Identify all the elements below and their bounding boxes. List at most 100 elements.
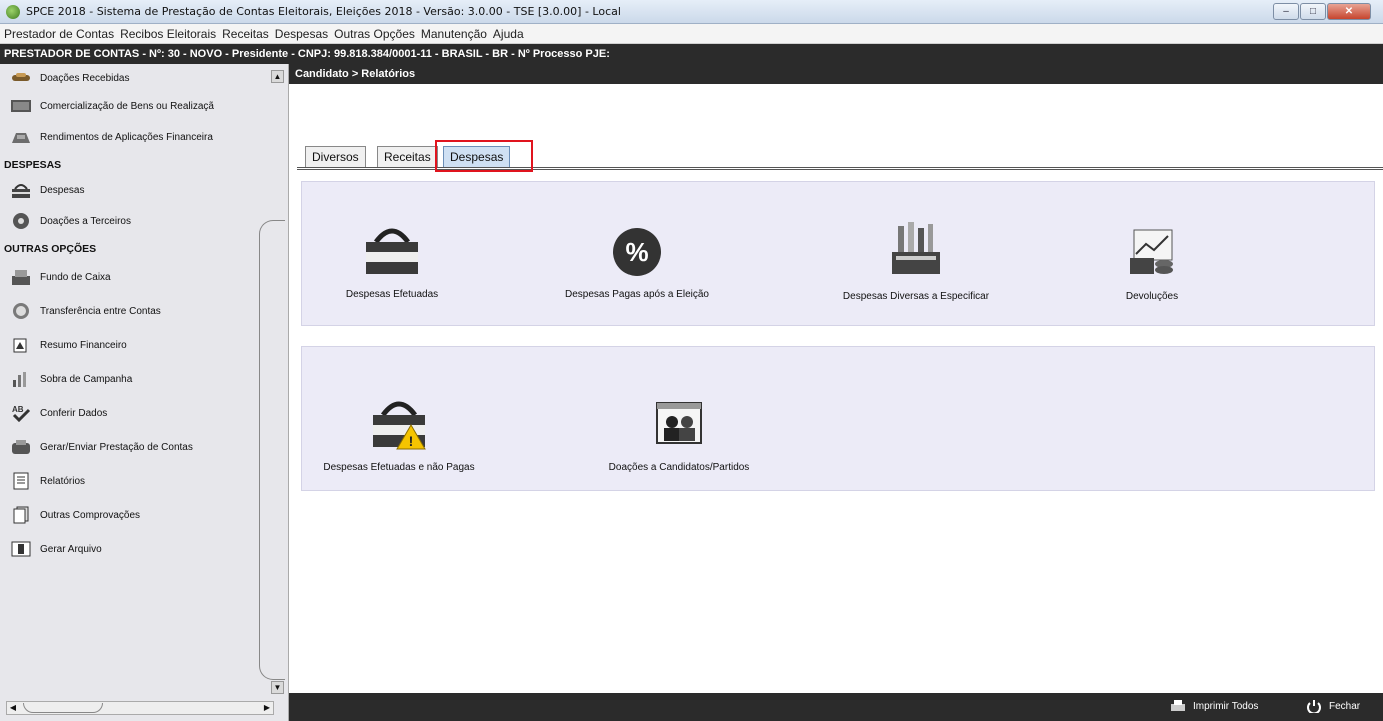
sidebar-section-outras: OUTRAS OPÇÕES [4,243,97,255]
sidebar-item-outras-comprovacoes[interactable]: Outras Comprovações [0,498,270,532]
bottom-action-bar: Imprimir Todos Fechar [289,693,1383,721]
window-controls: – □ ✕ [1273,3,1371,20]
sidebar-item-resumo-financeiro[interactable]: Resumo Financeiro [0,328,270,362]
sidebar-item-transferencia[interactable]: Transferência entre Contas [0,294,270,328]
sidebar-horizontal-scrollbar[interactable]: ◀ ▶ [6,701,274,715]
scrollbar-thumb[interactable] [23,703,103,713]
app-icon [6,4,20,19]
reports-panel-row2: ! Despesas Efetuadas e não Pagas Doações… [301,346,1375,491]
close-button[interactable]: Fechar [1305,699,1360,713]
bag-icon [12,184,30,198]
tile-label: Despesas Efetuadas [345,289,439,300]
handshake-icon [12,73,30,81]
sidebar-item-label: Relatórios [40,475,86,487]
transfer-icon [13,303,29,319]
power-icon [1307,700,1321,713]
sidebar-item-gerar-arquivo[interactable]: Gerar Arquivo [0,532,270,566]
printer-icon [1171,700,1185,711]
cd-icon [13,213,29,229]
maximize-button[interactable]: □ [1300,3,1326,20]
menu-receitas[interactable]: Receitas [222,27,269,41]
tile-devolucoes[interactable]: Devoluções [1092,226,1212,302]
scroll-up-arrow-icon[interactable]: ▲ [271,70,284,83]
menu-ajuda[interactable]: Ajuda [493,27,524,41]
tile-label: Despesas Diversas a Especificar [842,291,990,302]
check-data-icon: AB [12,405,31,422]
sidebar-item-label: Fundo de Caixa [40,271,111,283]
svg-text:%: % [625,237,648,267]
menu-recibos[interactable]: Recibos Eleitorais [120,27,216,41]
sidebar-item-rendimentos[interactable]: Rendimentos de Aplicações Financeira [0,120,270,154]
sidebar-item-despesas[interactable]: Despesas [0,176,270,204]
sidebar-vertical-scrollbar[interactable]: ▲ ▼ [259,70,285,694]
prestador-info-bar: PRESTADOR DE CONTAS - Nº: 30 - NOVO - Pr… [0,44,1383,64]
sidebar-item-relatorios[interactable]: Relatórios [0,464,270,498]
money-chart-icon [1130,229,1173,274]
tile-label: Despesas Efetuadas e não Pagas [323,462,475,473]
sidebar-item-doacoes-terceiros[interactable]: Doações a Terceiros [0,204,270,238]
surplus-icon [13,372,26,387]
scroll-right-arrow-icon[interactable]: ▶ [261,702,273,714]
tile-despesas-efetuadas[interactable]: Despesas Efetuadas [322,218,462,300]
breadcrumb: Candidato > Relatórios [289,64,1383,84]
sidebar-item-label: Resumo Financeiro [40,339,127,351]
tile-label: Devoluções [1125,291,1179,302]
sidebar-item-label: Outras Comprovações [40,509,141,521]
tab-diversos[interactable]: Diversos [305,146,366,168]
sidebar-item-comercializacao[interactable]: Comercialização de Bens ou Realizaçã [0,92,270,120]
investment-icon [12,133,30,143]
sidebar-item-gerar-enviar[interactable]: Gerar/Enviar Prestação de Contas [0,430,270,464]
tile-despesas-diversas[interactable]: Despesas Diversas a Especificar [816,220,1016,302]
svg-text:!: ! [409,433,414,449]
scroll-down-arrow-icon[interactable]: ▼ [271,681,284,694]
report-icon [13,472,29,490]
sidebar-list: Doações Recebidas Comercialização de Ben… [0,64,270,684]
reports-panel-row1: Despesas Efetuadas % Despesas Pagas após… [301,181,1375,326]
people-folder-icon [656,402,702,444]
sidebar-item-fundo-caixa[interactable]: Fundo de Caixa [0,260,270,294]
close-window-button[interactable]: ✕ [1327,3,1371,20]
tile-doacoes-candidatos[interactable]: Doações a Candidatos/Partidos [584,397,774,473]
svg-text:AB: AB [12,405,24,414]
sidebar-item-label: Sobra de Campanha [40,373,133,385]
sidebar-item-label: Doações a Terceiros [40,215,131,227]
menu-prestador[interactable]: Prestador de Contas [4,27,114,41]
highlight-box [435,140,533,172]
menu-outras-opcoes[interactable]: Outras Opções [334,27,415,41]
print-all-label: Imprimir Todos [1193,700,1259,712]
sidebar-item-label: Doações Recebidas [40,72,130,84]
sidebar: Doações Recebidas Comercialização de Ben… [0,64,289,721]
scroll-left-arrow-icon[interactable]: ◀ [7,702,19,714]
summary-icon [13,338,27,353]
tab-receitas[interactable]: Receitas [377,146,438,168]
percent-icon: % [613,228,661,276]
scrollbar-thumb[interactable] [259,220,285,680]
documents-icon [13,506,29,524]
tile-label: Doações a Candidatos/Partidos [608,462,750,473]
sidebar-item-label: Gerar/Enviar Prestação de Contas [40,441,193,453]
archive-icon [11,541,31,557]
bag-icon [366,228,418,274]
window-titlebar: SPCE 2018 - Sistema de Prestação de Cont… [0,0,1383,24]
sidebar-item-label: Comercialização de Bens ou Realizaçã [40,100,214,112]
report-tabs: Diversos Receitas Despesas [297,140,1383,172]
tile-label: Despesas Pagas após a Eleição [565,289,709,300]
tools-box-icon [892,222,940,274]
minimize-button[interactable]: – [1273,3,1299,20]
menu-despesas[interactable]: Despesas [275,27,328,41]
register-icon [12,270,30,285]
tile-despesas-pagas-apos-eleicao[interactable]: % Despesas Pagas após a Eleição [542,222,732,300]
menu-bar: Prestador de Contas Recibos Eleitorais R… [0,24,1383,44]
sidebar-item-label: Transferência entre Contas [40,305,161,317]
sidebar-item-sobra-campanha[interactable]: Sobra de Campanha [0,362,270,396]
sidebar-item-label: Rendimentos de Aplicações Financeira [40,131,213,143]
menu-manutencao[interactable]: Manutenção [421,27,487,41]
tile-despesas-nao-pagas[interactable]: ! Despesas Efetuadas e não Pagas [314,391,484,473]
sidebar-item-doacoes-recebidas[interactable]: Doações Recebidas [0,64,270,92]
bag-warning-icon: ! [373,401,426,450]
sidebar-item-conferir-dados[interactable]: AB Conferir Dados [0,396,270,430]
print-all-button[interactable]: Imprimir Todos [1169,699,1258,713]
sidebar-section-despesas: DESPESAS [4,159,62,171]
goods-icon [11,100,31,112]
sidebar-item-label: Gerar Arquivo [40,543,102,555]
